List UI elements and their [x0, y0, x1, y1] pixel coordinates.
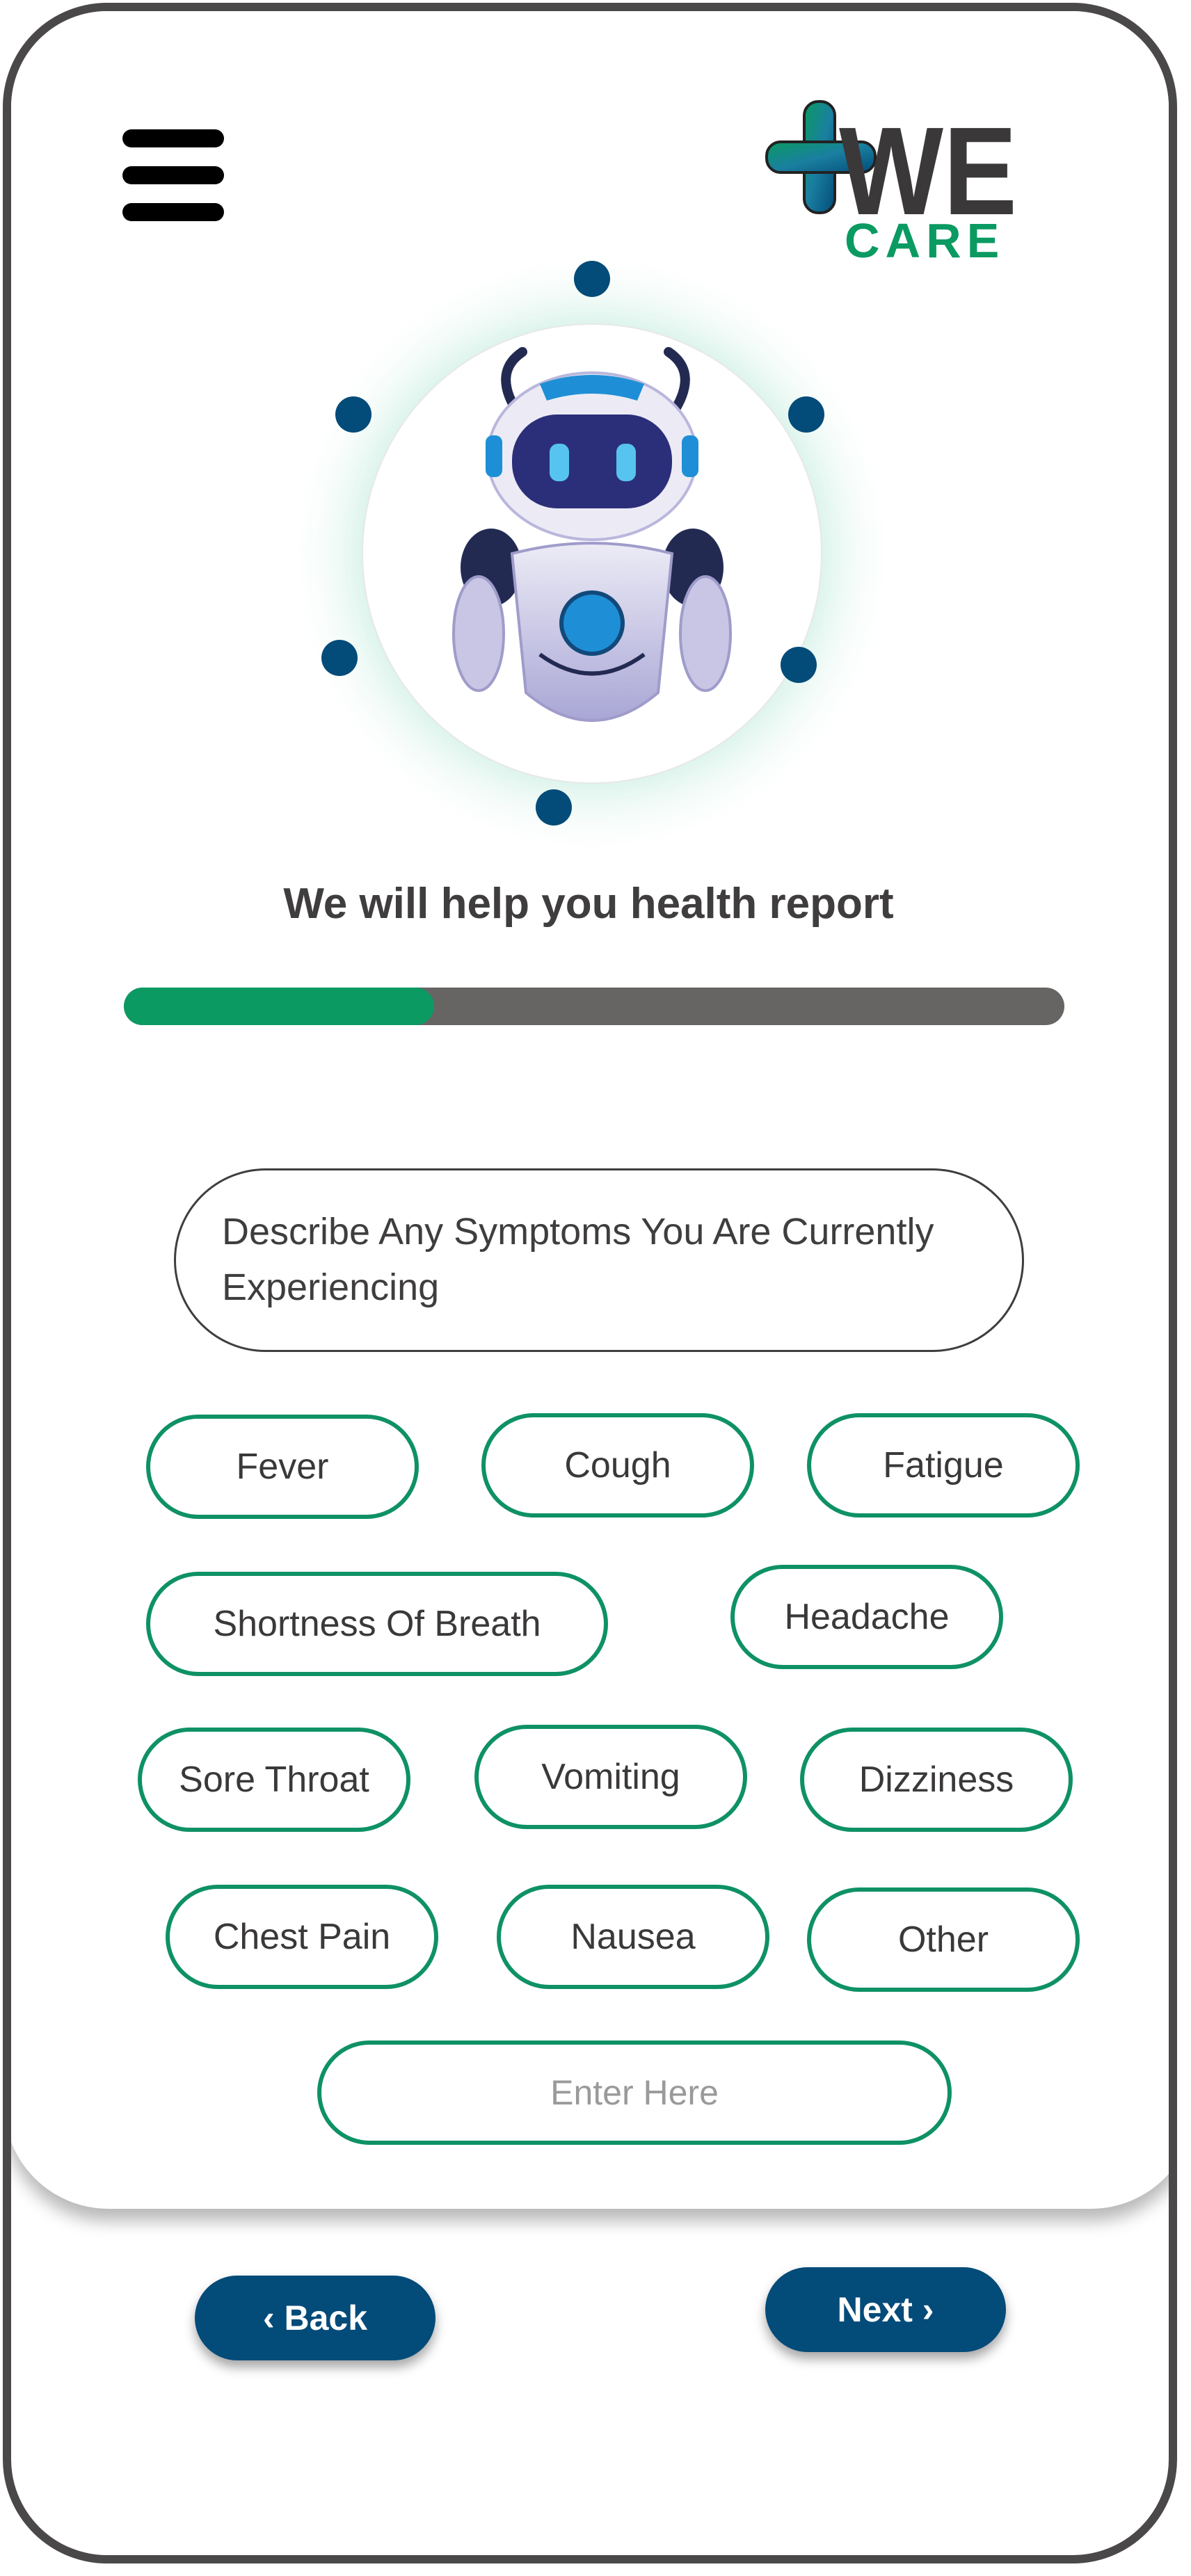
symptom-chip-fever[interactable]: Fever	[146, 1415, 419, 1519]
orbit-dot	[321, 640, 358, 676]
menu-bar	[122, 203, 224, 221]
symptom-chip-dizziness[interactable]: Dizziness	[800, 1728, 1073, 1832]
orbit-dot	[335, 396, 371, 433]
orbit-dot	[788, 396, 824, 433]
menu-bar	[122, 166, 224, 184]
question-prompt: Describe Any Symptoms You Are Currently …	[174, 1168, 1024, 1352]
content-card: WE CARE We will help you health report D…	[11, 11, 1169, 2209]
symptom-chip-sore-throat[interactable]: Sore Throat	[138, 1728, 410, 1832]
orbit-dot	[536, 789, 572, 826]
next-button[interactable]: Next ›	[765, 2267, 1006, 2352]
symptom-chip-nausea[interactable]: Nausea	[497, 1885, 769, 1989]
symptom-chip-vomiting[interactable]: Vomiting	[474, 1725, 747, 1829]
robot-avatar	[286, 248, 898, 860]
back-button[interactable]: ‹ Back	[195, 2276, 435, 2360]
progress-bar	[124, 988, 1064, 1025]
symptom-chip-cough[interactable]: Cough	[481, 1413, 754, 1518]
menu-bar	[122, 129, 224, 147]
phone-frame: WE CARE We will help you health report D…	[3, 3, 1177, 2563]
we-care-logo: WE CARE	[765, 100, 1017, 261]
progress-fill	[124, 988, 435, 1025]
symptom-chip-chest-pain[interactable]: Chest Pain	[166, 1885, 438, 1989]
menu-icon[interactable]	[122, 129, 224, 221]
orbit-dot	[781, 647, 817, 683]
symptom-chip-shortness-of-breath[interactable]: Shortness Of Breath	[146, 1572, 608, 1676]
symptom-input[interactable]: Enter Here	[317, 2040, 952, 2145]
symptom-chip-fatigue[interactable]: Fatigue	[807, 1413, 1080, 1518]
page-title: We will help you health report	[283, 880, 894, 928]
orbit-dot	[574, 261, 610, 297]
symptom-chip-headache[interactable]: Headache	[730, 1565, 1003, 1669]
symptom-chip-other[interactable]: Other	[807, 1887, 1080, 1992]
